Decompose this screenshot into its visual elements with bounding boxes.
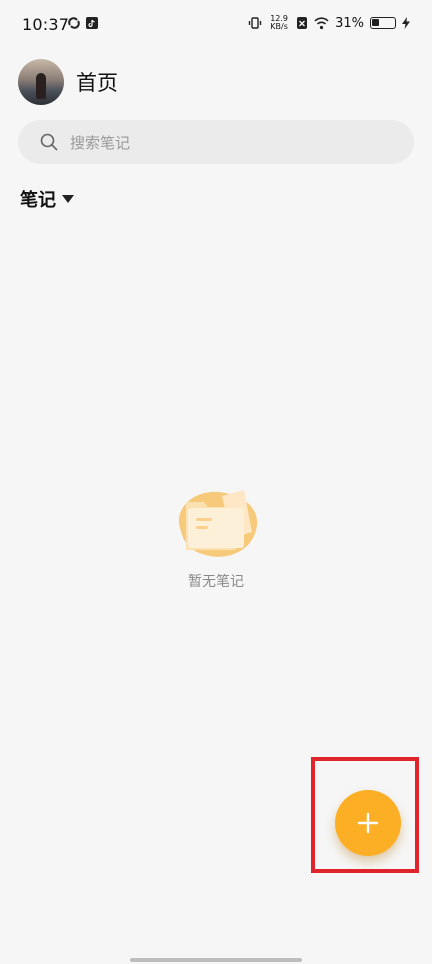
page-title: 首页	[76, 71, 118, 95]
status-bar: 10:37 12.9 KB/s 31%	[0, 0, 432, 52]
header: 首页	[18, 59, 118, 105]
vibrate-icon	[248, 17, 262, 29]
filter-label: 笔记	[20, 190, 56, 211]
caret-down-icon	[62, 195, 74, 203]
status-time: 10:37	[22, 15, 70, 34]
battery-icon	[370, 17, 396, 29]
charging-icon	[402, 17, 410, 29]
net-speed-unit: KB/s	[270, 22, 288, 31]
home-indicator[interactable]	[130, 958, 302, 962]
sync-icon	[68, 17, 80, 29]
empty-state-message: 暂无笔记	[188, 574, 244, 590]
empty-folder-icon	[178, 490, 258, 557]
search-icon	[40, 133, 58, 151]
notes-filter-dropdown[interactable]: 笔记	[20, 186, 74, 212]
search-input[interactable]: 搜索笔记	[18, 120, 414, 164]
battery-fill	[372, 19, 379, 26]
add-note-button[interactable]	[335, 790, 401, 856]
status-left-icons	[68, 17, 98, 29]
search-placeholder: 搜索笔记	[70, 133, 131, 152]
net-speed: 12.9 KB/s	[268, 15, 290, 31]
battery-percent: 31%	[335, 15, 364, 31]
status-right: 12.9 KB/s 31%	[248, 15, 410, 31]
avatar[interactable]	[18, 59, 64, 105]
tiktok-icon	[86, 17, 98, 29]
wifi-icon	[314, 16, 329, 29]
no-sim-icon	[297, 17, 308, 29]
plus-icon	[357, 812, 379, 834]
